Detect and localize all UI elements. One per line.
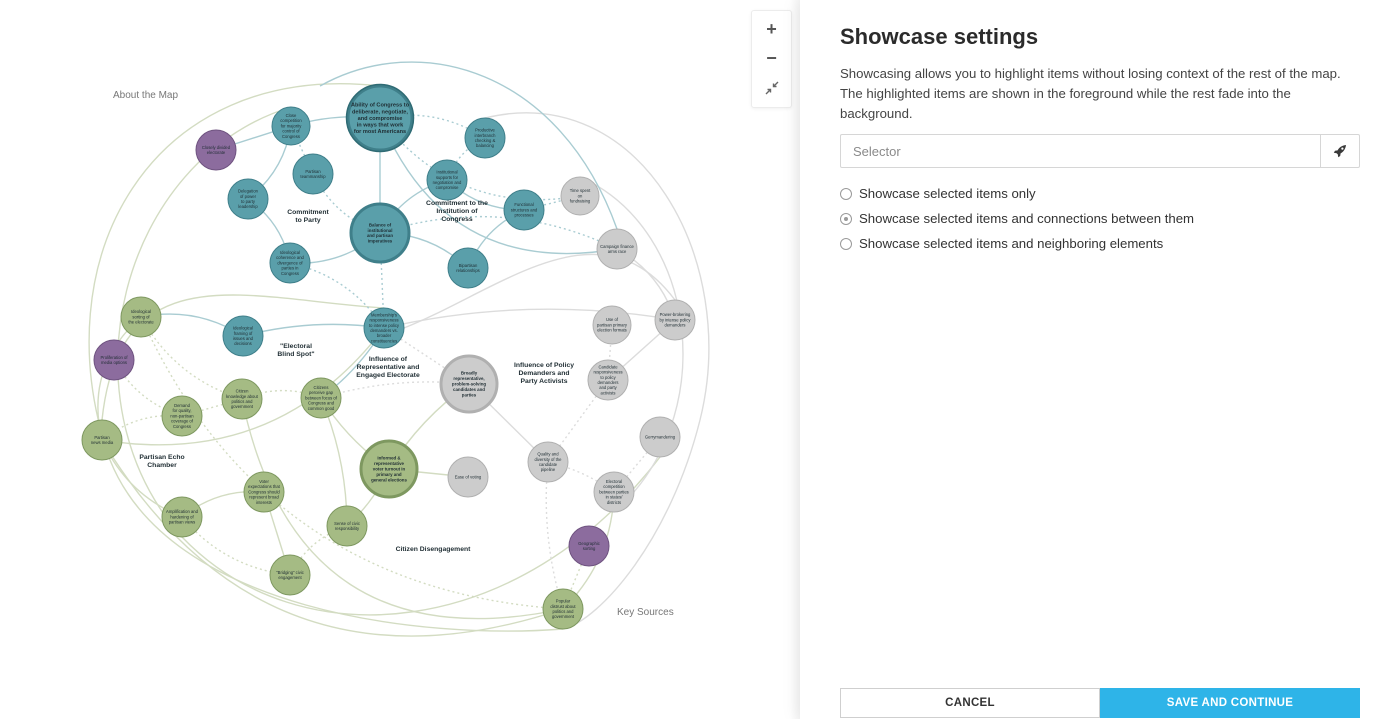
map-node[interactable]: Proliferation of media options [93, 339, 135, 381]
map-node[interactable]: Sense of civic responsibility [326, 505, 368, 547]
map-node[interactable]: Delegation of power to party leadership [227, 178, 269, 220]
map-node[interactable]: Geographic sorting [568, 525, 610, 567]
fit-to-screen-button[interactable] [752, 73, 791, 102]
map-node[interactable]: Demand for quality, non-partisan coverage o… [161, 395, 203, 437]
map-node[interactable]: Close competition for majority control of Co… [271, 106, 311, 146]
map-node[interactable]: Broadly representative, problem-solving can… [439, 354, 499, 414]
zoom-controls: + − [751, 10, 792, 108]
map-node[interactable]: Institutional supports for negotiation and… [426, 159, 468, 201]
collapse-arrows-icon [765, 81, 778, 94]
map-node[interactable]: Ideological sorting of the electorate [120, 296, 162, 338]
map-node[interactable]: Time spent on fundraising [560, 176, 600, 216]
option-selected-and-connections[interactable]: Showcase selected items and connections … [840, 211, 1194, 226]
node-label: Proliferation of media options [101, 355, 129, 365]
node-label: Ability of Congress to deliberate, negoti… [351, 103, 410, 135]
option-label: Showcase selected items and neighboring … [859, 236, 1164, 251]
showcase-settings-panel: Showcase settings Showcasing allows you … [800, 0, 1373, 719]
map-node[interactable]: Balance of institutional and partisan imper… [349, 202, 411, 264]
connection-line [379, 215, 618, 250]
panel-description: Showcasing allows you to highlight items… [840, 66, 1341, 121]
about-the-map-link[interactable]: About the Map [113, 90, 178, 101]
zoom-out-button[interactable]: − [752, 44, 791, 73]
map-node[interactable]: Informed & representative voter turnout in… [359, 439, 419, 499]
group-label: "Electoral Blind Spot" [277, 343, 314, 358]
node-label: Productive interbranch checking & balancing [475, 128, 497, 149]
selector-field [840, 134, 1360, 168]
zoom-in-button[interactable]: + [752, 15, 791, 44]
node-label: Balance of institutional and partisan imper… [367, 222, 393, 243]
map-node[interactable]: Campaign finance arms race [596, 228, 638, 270]
map-canvas[interactable]: Commitment to PartyCommitment to the Insti… [0, 0, 800, 719]
map-node[interactable]: Membership's responsiveness to intense pol… [363, 307, 405, 349]
radio-button-checked[interactable] [840, 212, 852, 225]
node-label: Bipartisan relationships [456, 263, 480, 273]
option-selected-and-neighbors[interactable]: Showcase selected items and neighboring … [840, 236, 1163, 251]
map-node[interactable]: Productive interbranch checking & balancing [464, 117, 506, 159]
connection-line [545, 461, 564, 610]
map-node[interactable]: Voter expectations that Congress should rep… [243, 471, 285, 513]
radio-button[interactable] [840, 187, 852, 200]
group-label: Influence of Policy Demanders and Party Ac… [514, 362, 574, 385]
node-label: Gerrymandering [645, 434, 676, 439]
systems-map[interactable]: Commitment to Party Commitment to the Insti… [0, 0, 800, 719]
map-node[interactable]: Closely divided electorate [195, 129, 237, 171]
group-labels: Commitment to PartyCommitment to the Insti… [139, 200, 574, 553]
connection-line [140, 316, 564, 610]
map-node[interactable]: Gerrymandering [639, 416, 681, 458]
map-node[interactable]: Citizens perceive gap between focus of Cong… [300, 377, 342, 419]
connection-line [242, 323, 385, 337]
option-label: Showcase selected items and connections … [859, 211, 1195, 226]
map-node[interactable]: Quality and diversity of the candidate pipe… [527, 441, 569, 483]
group-label: Partisan Echo Chamber [139, 454, 184, 469]
map-node[interactable]: Amplification and hardening of partisan vi… [161, 496, 203, 538]
map-node[interactable]: Partisan teammanship [292, 153, 334, 195]
node-label: "Bridging" civic engagement [276, 570, 304, 580]
key-sources-link[interactable]: Key Sources [617, 607, 674, 618]
map-node[interactable]: Ability of Congress to deliberate, negoti… [345, 83, 415, 153]
map-node[interactable]: "Bridging" civic engagement [269, 554, 311, 596]
rocket-icon [1333, 145, 1346, 158]
map-node[interactable]: Partisan news media [81, 419, 123, 461]
map-node[interactable]: Bipartisan relationships [447, 247, 489, 289]
node-label: Ease of voting [455, 474, 482, 479]
group-label: Commitment to Party [287, 209, 329, 224]
save-and-continue-button[interactable]: SAVE AND CONTINUE [1100, 688, 1360, 718]
map-node[interactable]: Candidate responsiveness to policy demander… [587, 359, 629, 401]
map-node[interactable]: Functional structures and processes [503, 189, 545, 231]
map-node[interactable]: Ease of voting [447, 456, 489, 498]
node-label: Membership's responsiveness to intense pol… [369, 312, 400, 343]
selector-input[interactable] [841, 135, 1320, 167]
radio-button[interactable] [840, 237, 852, 250]
option-label: Showcase selected items only [859, 186, 1036, 201]
option-selected-only[interactable]: Showcase selected items only [840, 186, 1036, 201]
map-node[interactable]: Popular distrust about politics and governm… [542, 588, 584, 630]
panel-shadow [790, 0, 800, 719]
group-label: Citizen Disengagement [396, 546, 472, 553]
map-node[interactable]: Ideological framing of issues and decisions [222, 315, 264, 357]
group-label: Influence of Representative and Engaged El… [356, 356, 420, 379]
map-node[interactable]: Power-brokering by intense policy demander… [654, 299, 696, 341]
selector-submit-button[interactable] [1320, 135, 1359, 167]
map-node[interactable]: Use of partisan primary election formats [592, 305, 632, 345]
map-node[interactable]: Electoral competition between parties in st… [593, 471, 635, 513]
node-label: Sense of civic responsibility [334, 521, 360, 531]
map-node[interactable]: Ideological coherence and divergence of par… [269, 242, 311, 284]
panel-title: Showcase settings [840, 24, 1039, 49]
cancel-button[interactable]: CANCEL [840, 688, 1100, 718]
connection-curve [579, 176, 684, 513]
node-label: Ideological framing of issues and decisions [233, 326, 254, 347]
map-node[interactable]: Citizen knowledge about politics and govern… [221, 378, 263, 420]
